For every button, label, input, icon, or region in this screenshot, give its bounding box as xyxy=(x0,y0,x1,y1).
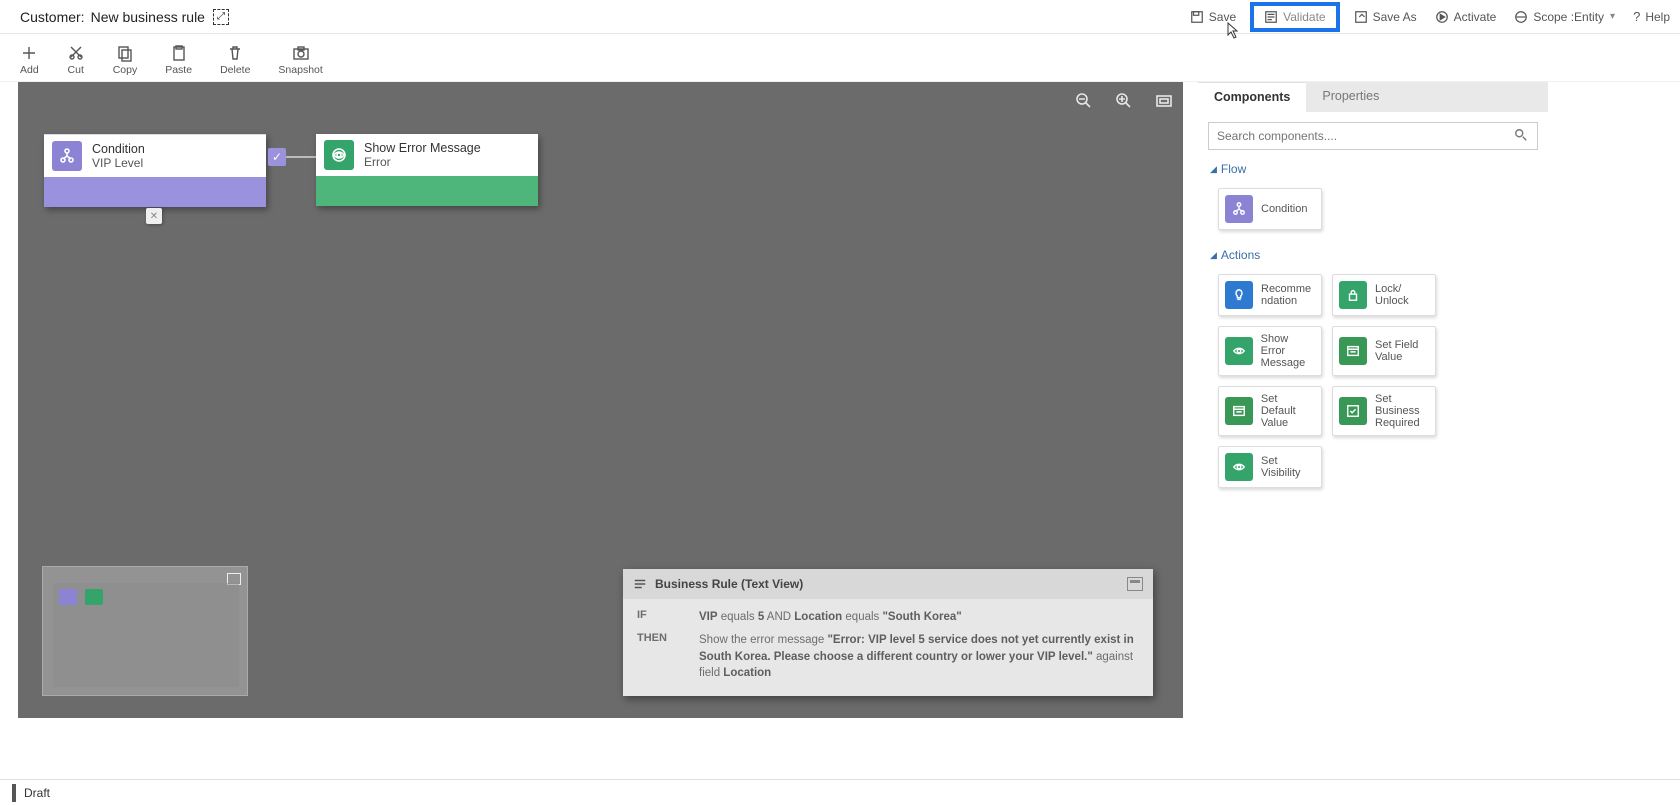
lightbulb-icon xyxy=(1225,281,1253,309)
scope-label: Scope : xyxy=(1514,10,1574,24)
eye-icon xyxy=(1225,453,1253,481)
zoom-in-icon[interactable] xyxy=(1115,92,1133,110)
text-view-icon xyxy=(633,577,647,591)
condition-subtitle: VIP Level xyxy=(92,156,145,170)
minimap-condition xyxy=(59,589,77,605)
save-as-button[interactable]: Save As xyxy=(1354,10,1417,24)
condition-icon xyxy=(1225,195,1253,223)
group-flow[interactable]: ◢ Flow xyxy=(1198,156,1548,182)
tile-set-business-required[interactable]: Set Business Required xyxy=(1332,386,1436,436)
help-label: Help xyxy=(1645,10,1670,24)
scope-dropdown[interactable]: Entity ▾ xyxy=(1574,10,1615,24)
then-keyword: THEN xyxy=(637,632,683,682)
chevron-down-icon: ▾ xyxy=(1610,11,1615,22)
minimap[interactable] xyxy=(42,566,248,696)
show-error-icon xyxy=(324,140,354,170)
condition-bar xyxy=(44,177,266,207)
validate-button[interactable]: Validate xyxy=(1254,6,1335,28)
then-expression: Show the error message "Error: VIP level… xyxy=(699,632,1139,682)
design-canvas[interactable]: Condition VIP Level ✓ Show Error Message… xyxy=(18,82,1183,718)
tile-set-visibility[interactable]: Set Visibility xyxy=(1218,446,1322,488)
tab-components[interactable]: Components xyxy=(1198,82,1306,112)
action-bar xyxy=(316,176,538,206)
action-subtitle: Error xyxy=(364,155,481,169)
side-panel: Components Properties ◢ Flow Condition ◢… xyxy=(1198,82,1548,718)
tile-show-error[interactable]: Show Error Message xyxy=(1218,326,1322,376)
save-as-label: Save As xyxy=(1373,10,1417,24)
cut-button[interactable]: Cut xyxy=(67,44,85,76)
tab-properties[interactable]: Properties xyxy=(1306,82,1395,112)
search-components-input[interactable] xyxy=(1208,122,1538,150)
title-prefix: Customer: xyxy=(20,9,85,25)
paste-button[interactable]: Paste xyxy=(165,44,192,76)
copy-button[interactable]: Copy xyxy=(113,44,138,76)
title-value[interactable]: New business rule xyxy=(91,9,205,25)
form-icon xyxy=(1225,397,1253,425)
condition-icon xyxy=(52,141,82,171)
zoom-out-icon[interactable] xyxy=(1075,92,1093,110)
if-keyword: IF xyxy=(637,609,683,626)
minimap-action xyxy=(85,589,103,605)
status-text: Draft xyxy=(24,786,50,800)
validate-label: Validate xyxy=(1283,10,1325,24)
if-expression: VIP equals 5 AND Location equals "South … xyxy=(699,609,1139,626)
checkbox-icon xyxy=(1339,397,1367,425)
title-bar: Customer: New business rule ⤢ Save Valid… xyxy=(0,0,1680,34)
activate-label: Activate xyxy=(1454,10,1497,24)
save-button[interactable]: Save xyxy=(1190,10,1236,24)
group-actions[interactable]: ◢ Actions xyxy=(1198,242,1548,268)
canvas-tools xyxy=(1075,92,1173,110)
search-icon[interactable] xyxy=(1514,128,1528,147)
delete-button[interactable]: Delete xyxy=(220,44,250,76)
condition-title: Condition xyxy=(92,142,145,156)
status-bar: Draft xyxy=(0,779,1680,805)
collapse-icon[interactable] xyxy=(1127,577,1143,591)
save-label: Save xyxy=(1209,10,1236,24)
connector-true-icon: ✓ xyxy=(268,148,286,166)
tile-recommendation[interactable]: Recomme ndation xyxy=(1218,274,1322,316)
fit-screen-icon[interactable] xyxy=(1155,92,1173,110)
lock-icon xyxy=(1339,281,1367,309)
caret-icon: ◢ xyxy=(1210,250,1217,261)
help-button[interactable]: ? Help xyxy=(1633,9,1670,24)
close-icon[interactable]: ✕ xyxy=(146,208,162,224)
form-icon xyxy=(1339,337,1367,365)
text-view-panel: Business Rule (Text View) IF VIP equals … xyxy=(623,569,1153,696)
expand-icon[interactable]: ⤢ xyxy=(213,9,229,25)
condition-node[interactable]: Condition VIP Level xyxy=(44,134,266,207)
tile-set-default-value[interactable]: Set Default Value xyxy=(1218,386,1322,436)
tile-lock-unlock[interactable]: Lock/ Unlock xyxy=(1332,274,1436,316)
snapshot-button[interactable]: Snapshot xyxy=(278,44,322,76)
action-title: Show Error Message xyxy=(364,141,481,155)
tile-set-field-value[interactable]: Set Field Value xyxy=(1332,326,1436,376)
connector-line xyxy=(286,156,316,158)
action-node[interactable]: Show Error Message Error xyxy=(316,134,538,206)
tile-condition[interactable]: Condition xyxy=(1218,188,1322,230)
add-button[interactable]: Add xyxy=(20,44,39,76)
eye-icon xyxy=(1225,337,1253,365)
toolbar: Add Cut Copy Paste Delete Snapshot xyxy=(0,34,1680,82)
caret-icon: ◢ xyxy=(1210,164,1217,175)
text-view-title: Business Rule (Text View) xyxy=(655,577,803,591)
activate-button[interactable]: Activate xyxy=(1435,10,1497,24)
